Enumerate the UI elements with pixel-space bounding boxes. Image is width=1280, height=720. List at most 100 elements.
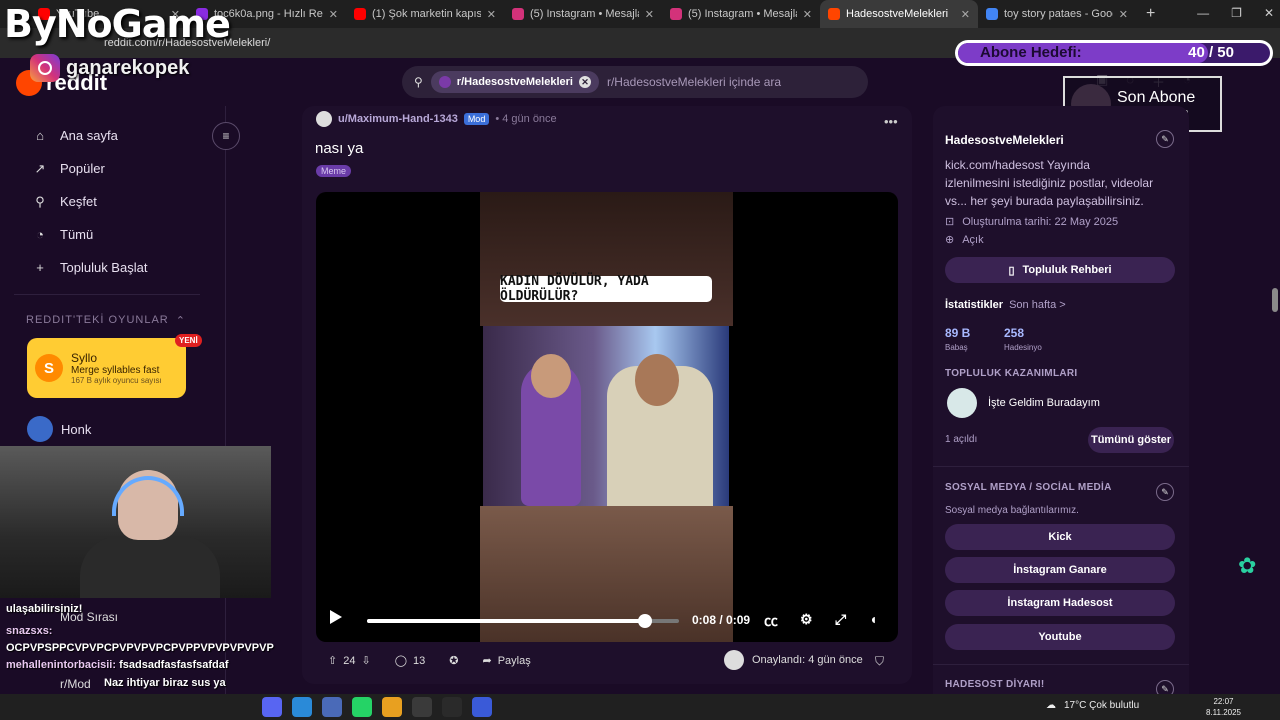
instagram-handle: ganarekopek [30,54,189,82]
approval-status: Onaylandı: 4 gün önce [724,650,863,670]
visibility: ⊕ Açık [945,233,984,247]
taskbar-apps [262,697,492,717]
video-seekbar[interactable] [367,614,679,628]
close-icon[interactable]: ✕ [961,8,970,21]
globe-icon: ⊕ [945,234,955,246]
more-options-icon[interactable]: ••• [884,114,898,129]
social-link-youtube[interactable]: Youtube [945,624,1175,650]
video-caption: KADIN DÖVÜLÜR, YADA ÖLDÜRÜLÜR? [500,274,712,304]
chevron-up-icon[interactable]: ⌃ [176,314,186,327]
settings-icon[interactable]: ⚙ [800,611,813,628]
share-icon: ➦ [482,655,492,667]
app-icon[interactable] [472,697,492,717]
clear-chip-icon[interactable]: ✕ [578,76,591,88]
post-flair[interactable]: Meme [316,165,352,177]
post-title[interactable]: nası ya [315,140,363,157]
browser-tab[interactable]: (5) Instagram • Mesajlar ✕ [504,0,662,28]
award-button[interactable]: ✪ [443,650,464,671]
chat-message: mehallenintorbacisii: fsadsadfasfasfsafd… [6,659,229,671]
post-author[interactable]: u/Maximum-Hand-1343 [338,113,458,125]
search-bar[interactable]: ⚲ r/HadesostveMelekleri ✕ r/HadesostveMel… [402,66,868,98]
clock[interactable]: 22:07 8.11.2025 [1206,696,1241,718]
plus-icon: + [36,260,44,275]
window-controls: — ❐ ✕ [1197,6,1274,20]
chrome-icon[interactable] [382,697,402,717]
social-media-header: SOSYAL MEDYA / SOCİAL MEDİA [945,482,1112,493]
app-icon[interactable] [322,697,342,717]
menu-toggle-button[interactable]: ≡ [212,122,240,150]
search-icon: ⚲ [414,75,423,89]
close-window-icon[interactable]: ✕ [1264,6,1274,20]
new-tab-button[interactable]: + [1136,5,1165,23]
maximize-icon[interactable]: ❐ [1231,6,1242,20]
show-all-button[interactable]: Tümünü göster [1088,427,1174,453]
sidebar-item-explore[interactable]: ⚲ Keşfet [0,185,225,218]
subreddit-chip[interactable]: r/HadesostveMelekleri ✕ [430,71,599,93]
whatsapp-icon[interactable] [352,697,372,717]
seek-handle[interactable] [637,614,652,628]
browser-tab[interactable]: (1) Şok marketin kapısını kırarak...✕ [346,0,504,28]
social-link-kick[interactable]: Kick [945,524,1175,550]
sidebar-item-start-community[interactable]: + Topluluk Başlat [0,251,225,284]
avatar[interactable] [316,111,332,127]
capcut-icon[interactable] [442,697,462,717]
comments-button[interactable]: ◯ 13 [389,650,432,671]
close-icon[interactable]: ✕ [803,8,812,21]
mod-shield-icon[interactable]: ⛉ [875,654,884,669]
sidebar-item-popular[interactable]: ↗ Popüler [0,152,225,185]
assistant-icon[interactable]: ✿ [1238,553,1262,578]
edit-icon[interactable]: ✎ [1156,130,1174,148]
video-player[interactable]: KADIN DÖVÜLÜR, YADA ÖLDÜRÜLÜR? 0:08 / 0:… [316,192,898,642]
close-icon[interactable]: ✕ [487,8,496,21]
browser-tab[interactable]: (5) Instagram • Mesajlar ✕ [662,0,820,28]
close-icon[interactable]: ✕ [645,8,654,21]
browser-tab-active[interactable]: HadesostveMelekleri ✕ [820,0,978,28]
chat-message: snazsxs: [6,625,53,637]
avatar [724,650,744,670]
chat-message: OCPVPSPPCVPVPCPVPVPVPCPVPPVPVPVPVPVP [6,642,274,654]
post-time: • 4 gün önce [495,113,557,125]
minimize-icon[interactable]: — [1197,6,1209,20]
instagram-icon [30,54,60,82]
obs-icon[interactable] [412,697,432,717]
honk-game-item[interactable]: Honk [27,416,91,442]
sidebar-item-home[interactable]: ⌂ Ana sayfa [0,119,225,152]
sub-goal-bar: Abone Hedefi: 40 / 50 [955,40,1273,66]
upvote-icon[interactable]: ⇧ [328,654,337,667]
volume-icon[interactable]: ◖ [869,611,877,627]
discord-icon[interactable] [262,697,282,717]
stats-period[interactable]: Son hafta > [1009,299,1066,311]
created-date: ⊡ Oluşturulma tarihi: 22 May 2025 [945,215,1119,229]
cake-icon: ⊡ [945,216,955,228]
all-icon: ◔ [36,227,44,242]
close-icon[interactable]: ✕ [329,8,338,21]
browser-tab[interactable]: toy story pataes - Google'da Ara✕ [978,0,1136,28]
scrollbar[interactable] [1272,288,1278,312]
syllo-game-card[interactable]: S Syllo Merge syllables fast 167 B aylık o… [27,338,186,398]
copilot-icon[interactable] [292,697,312,717]
captions-icon[interactable]: ㏄ [764,611,778,631]
social-link-instagram-ganare[interactable]: İnstagram Ganare [945,557,1175,583]
search-input[interactable]: r/HadesostveMelekleri içinde ara [607,75,781,89]
comment-icon: ◯ [394,655,407,667]
social-link-instagram-hadesost[interactable]: İnstagram Hadesost [945,590,1175,616]
games-section-header[interactable]: REDDIT'TEKİ OYUNLAR ⌃ [26,314,186,327]
achievement-name: İşte Geldim Buradayım [988,397,1100,409]
chat-message: ulaşabilirsiniz! [6,603,83,615]
vote-control[interactable]: ⇧ 24 ⇩ [322,650,377,671]
community-guide-button[interactable]: ▯ Topluluk Rehberi [945,257,1175,283]
close-icon[interactable]: ✕ [1119,8,1128,21]
next-section-header: HADESOST DİYARI! [945,679,1045,690]
edit-icon[interactable]: ✎ [1156,483,1174,501]
new-badge: YENİ [175,334,202,347]
community-description: kick.com/hadesost Yayında izlenilmesini … [945,158,1154,208]
downvote-icon[interactable]: ⇩ [361,654,370,667]
social-media-description: Sosyal medya bağlantılarımız. [945,505,1079,516]
post-actions: ⇧ 24 ⇩ ◯ 13 ✪ ➦ Paylaş [322,650,537,671]
fullscreen-icon[interactable]: ⤢ [835,611,846,628]
share-button[interactable]: ➦ Paylaş [476,650,536,671]
play-icon[interactable] [330,610,342,624]
tab-favicon-icon [828,8,840,20]
sidebar-item-all[interactable]: ◔ Tümü [0,218,225,251]
weather-widget[interactable]: ☁ 17°C Çok bulutlu [1046,700,1139,711]
